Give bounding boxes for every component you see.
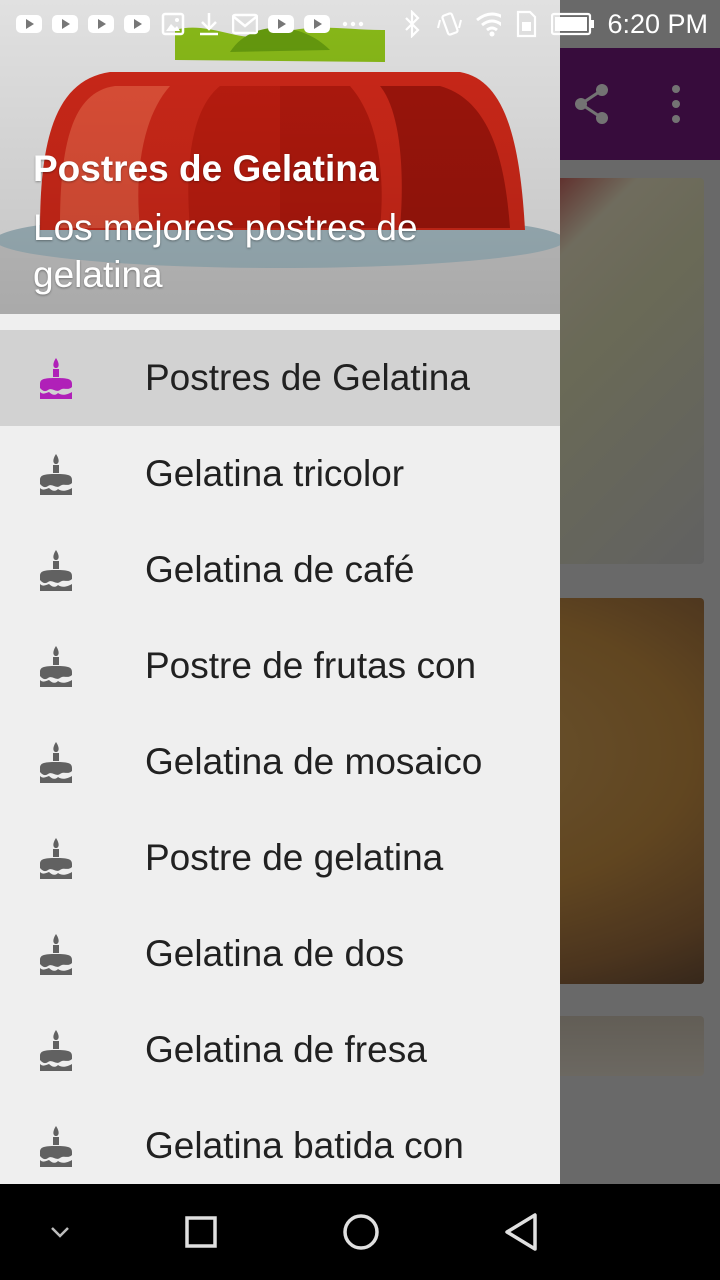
drawer-item-postres-de-gelatina[interactable]: Postres de Gelatina [0, 330, 560, 426]
back-icon [505, 1213, 537, 1251]
hide-keyboard-icon [51, 1227, 69, 1238]
drawer-item-label: Gelatina tricolor [145, 453, 405, 494]
drawer-item-gelatina-de-dos[interactable]: Gelatina de dos [0, 906, 560, 1002]
gmail-icon [232, 11, 258, 37]
wifi-icon [475, 11, 502, 37]
youtube-icon [268, 11, 294, 37]
drawer-item-label: Gelatina de fresa [145, 1029, 427, 1070]
image-icon [160, 11, 186, 37]
recents-button[interactable] [153, 1184, 249, 1280]
drawer-title: Postres de Gelatina [33, 148, 379, 189]
drawer-item-label: Gelatina de mosaico [145, 741, 483, 782]
cake-icon [40, 646, 72, 687]
hide-keyboard-button[interactable] [12, 1184, 108, 1280]
drawer-item-label: Postres de Gelatina [145, 357, 470, 398]
drawer-item-label: Postre de frutas con [145, 645, 477, 686]
drawer-subtitle: Los mejores postres de gelatina [33, 207, 418, 295]
more-dots-icon [340, 11, 366, 37]
sim-icon [513, 10, 539, 38]
navigation-drawer: Postres de Gelatina Los mejores postres … [0, 0, 560, 1184]
youtube-icon [304, 11, 330, 37]
cake-icon [40, 1030, 72, 1071]
drawer-item-label: Gelatina de dos [145, 933, 405, 974]
youtube-icon [16, 11, 42, 37]
bluetooth-icon [399, 10, 425, 38]
drawer-item-gelatina-de-mosaico[interactable]: Gelatina de mosaico [0, 714, 560, 810]
cake-icon [40, 838, 72, 879]
system-navigation-bar [0, 1184, 720, 1280]
recents-icon [185, 1216, 217, 1248]
drawer-item-label: Gelatina de café [145, 549, 415, 590]
vibrate-icon [437, 11, 463, 37]
drawer-item-postre-de-frutas[interactable]: Postre de frutas con [0, 618, 560, 714]
youtube-icon [52, 11, 78, 37]
youtube-icon [124, 11, 150, 37]
back-button[interactable] [473, 1184, 569, 1280]
cake-icon [40, 1126, 72, 1167]
cake-icon [40, 742, 72, 783]
cake-icon [40, 550, 72, 591]
status-time: 6:20 PM [607, 8, 708, 39]
drawer-item-label: Postre de gelatina [145, 837, 444, 878]
home-button[interactable] [313, 1184, 409, 1280]
download-icon [196, 11, 222, 37]
drawer-item-gelatina-batida[interactable]: Gelatina batida con [0, 1098, 560, 1184]
cake-icon [40, 454, 72, 495]
cake-icon [40, 934, 72, 975]
drawer-menu: Postres de Gelatina Gelatina tricolor Ge… [0, 330, 560, 1184]
status-bar: 6:20 PM [0, 0, 720, 48]
cake-icon [40, 358, 72, 399]
drawer-item-gelatina-de-fresa[interactable]: Gelatina de fresa [0, 1002, 560, 1098]
drawer-item-postre-de-gelatina[interactable]: Postre de gelatina [0, 810, 560, 906]
drawer-item-gelatina-de-cafe[interactable]: Gelatina de café [0, 522, 560, 618]
drawer-item-gelatina-tricolor[interactable]: Gelatina tricolor [0, 426, 560, 522]
drawer-item-label: Gelatina batida con [145, 1125, 464, 1166]
youtube-icon [88, 11, 114, 37]
battery-icon [551, 11, 595, 37]
home-icon [343, 1214, 379, 1250]
